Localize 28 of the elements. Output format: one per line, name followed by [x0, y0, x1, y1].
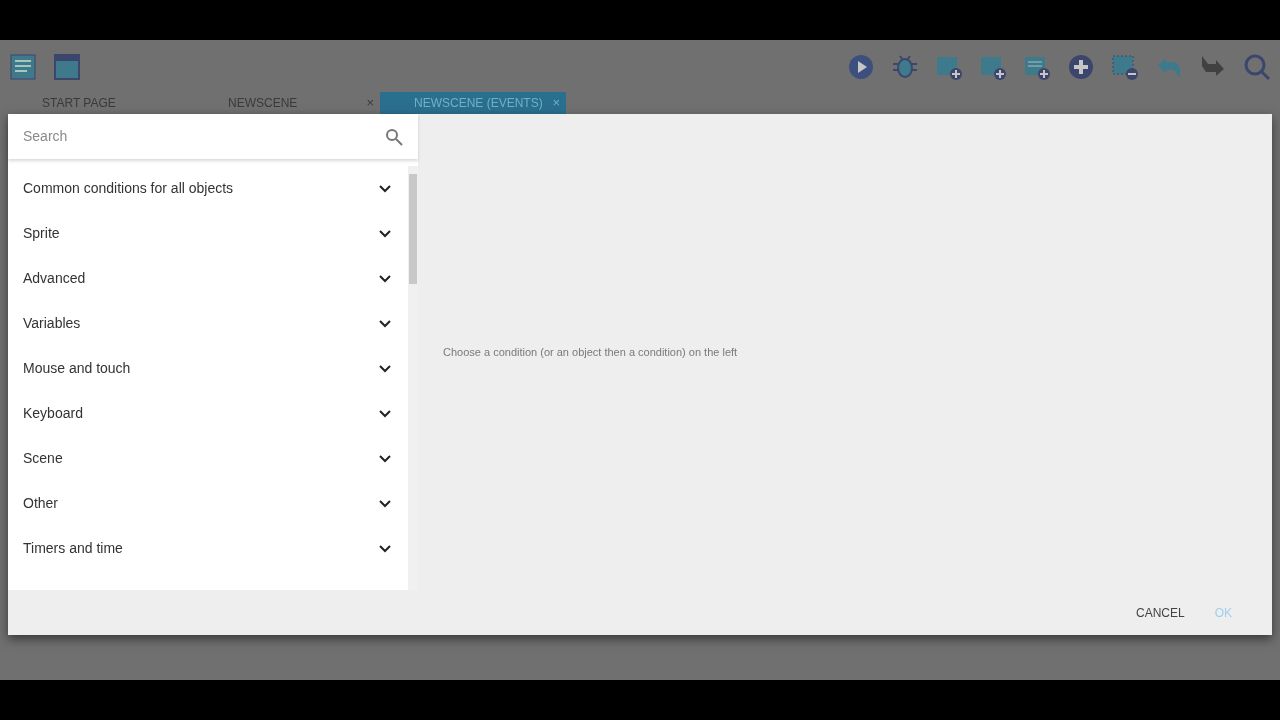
category-label: Advanced: [23, 269, 86, 288]
category-label: Sprite: [23, 224, 60, 243]
add-icon[interactable]: [1066, 52, 1096, 82]
category-label: Mouse and touch: [23, 359, 131, 378]
category-item[interactable]: Other: [8, 481, 408, 526]
category-item[interactable]: Variables: [8, 301, 408, 346]
category-item[interactable]: Keyboard: [8, 391, 408, 436]
category-label: Keyboard: [23, 404, 83, 423]
category-item[interactable]: Scene: [8, 436, 408, 481]
category-label: Timers and time: [23, 539, 123, 558]
cancel-button[interactable]: CANCEL: [1135, 603, 1185, 622]
window-icon[interactable]: [52, 52, 82, 82]
remove-selection-icon[interactable]: [1110, 52, 1140, 82]
category-label: Scene: [23, 449, 63, 468]
category-item[interactable]: Sprite: [8, 211, 408, 256]
category-label: Variables: [23, 314, 81, 333]
play-icon[interactable]: [846, 52, 876, 82]
project-manager-icon[interactable]: [8, 52, 38, 82]
search-icon: [385, 127, 403, 146]
category-item[interactable]: Timers and time: [8, 526, 408, 571]
category-label: Other: [23, 494, 58, 513]
search-icon[interactable]: [1242, 52, 1272, 82]
category-item[interactable]: Mouse and touch: [8, 346, 408, 391]
category-label: Common conditions for all objects: [23, 179, 234, 198]
search-field[interactable]: Search: [23, 126, 385, 147]
category-item[interactable]: Advanced: [8, 256, 408, 301]
category-item[interactable]: Common conditions for all objects: [8, 166, 408, 211]
hint-text: Choose a condition (or an object then a condition) on the left: [443, 344, 738, 360]
